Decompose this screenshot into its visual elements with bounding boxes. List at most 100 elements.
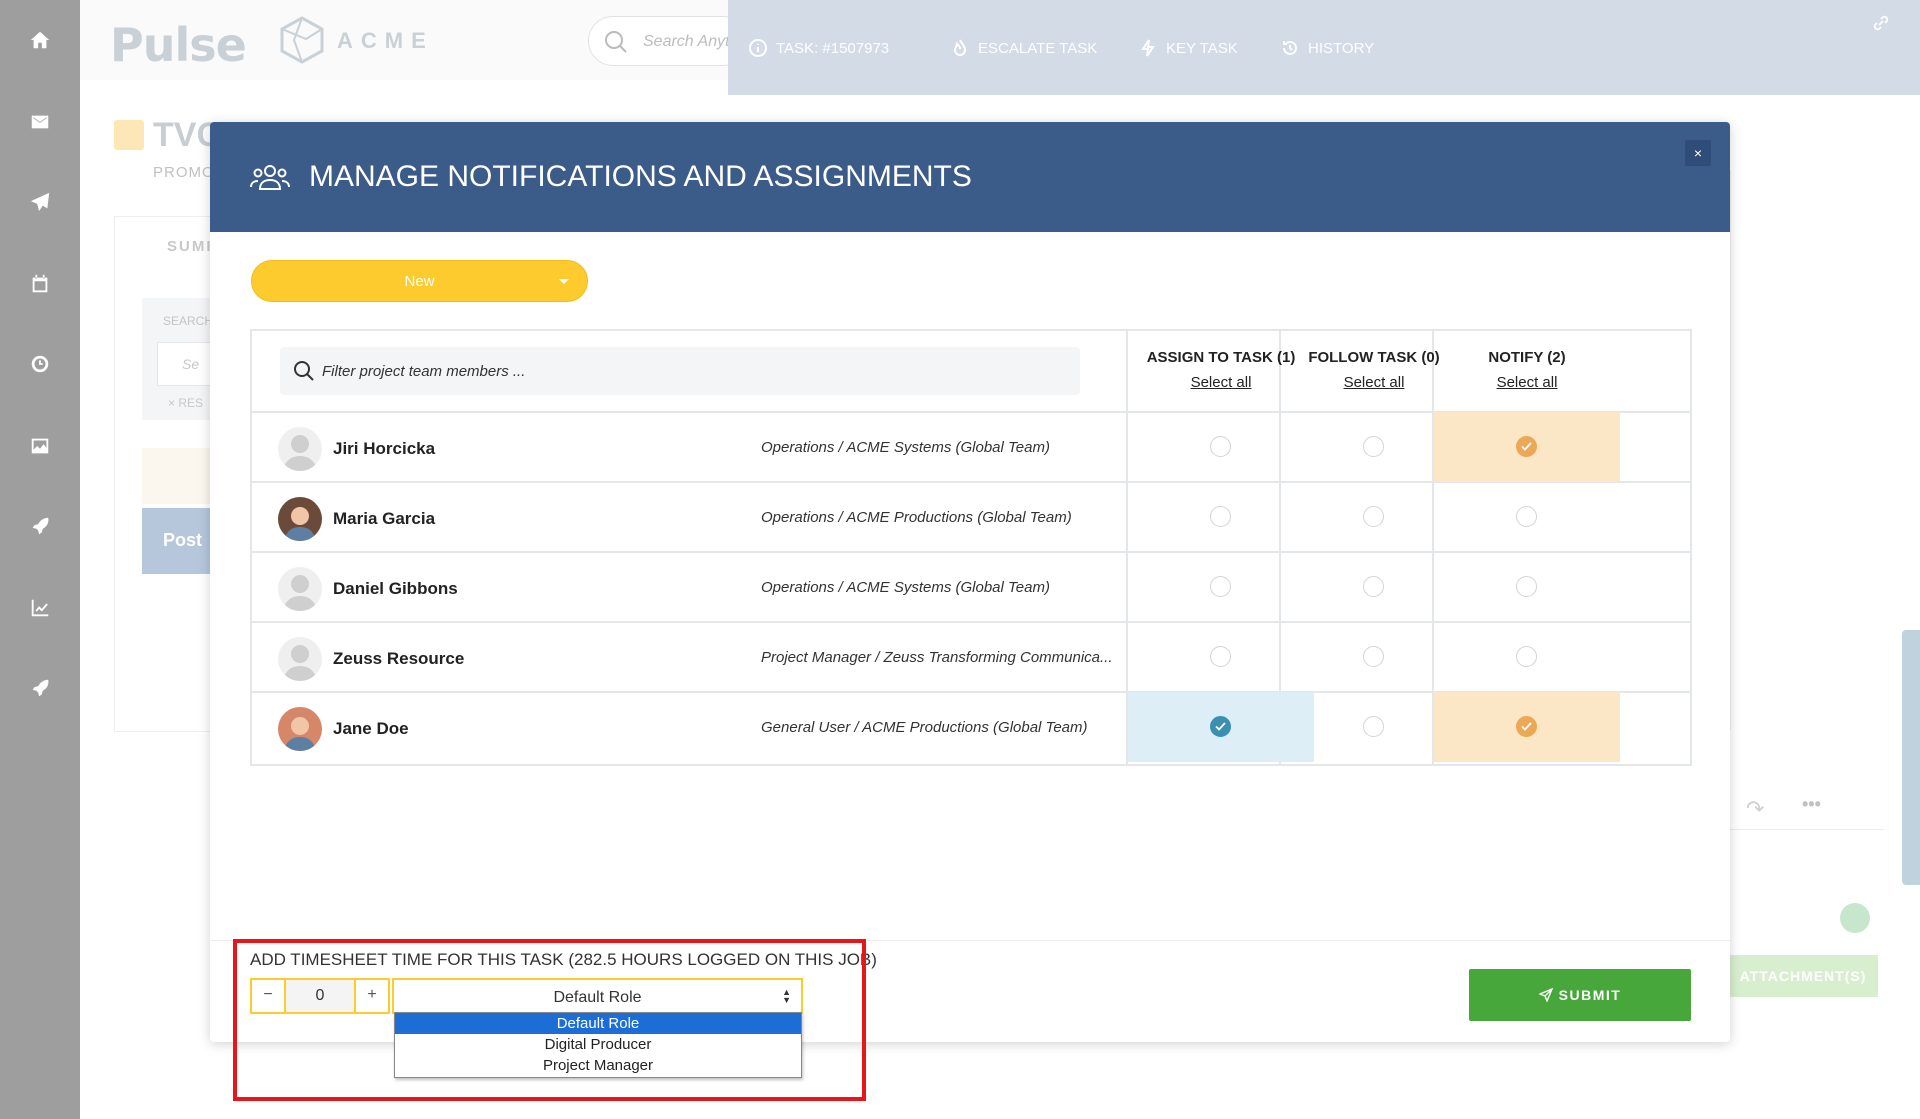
history-icon bbox=[1283, 40, 1297, 55]
escalate-task-button[interactable]: ESCALATE TASK bbox=[950, 38, 1097, 58]
pulse-logo: Pulse bbox=[110, 18, 247, 72]
member-role: Project Manager / Zeuss Transforming Com… bbox=[761, 649, 1113, 666]
task-id: TASK: #1507973 bbox=[748, 38, 889, 58]
assign-radio[interactable] bbox=[1210, 646, 1231, 667]
member-name: Maria Garcia bbox=[333, 509, 436, 528]
notify-cell bbox=[1434, 622, 1620, 692]
notify-column-header: NOTIFY (2) Select all bbox=[1434, 349, 1620, 392]
summary-tab[interactable]: SUMI bbox=[167, 238, 213, 255]
project-subtitle: PROMO bbox=[153, 164, 215, 181]
edit-icon[interactable] bbox=[142, 448, 212, 504]
avatar bbox=[278, 707, 322, 751]
acme-logo-icon bbox=[280, 16, 324, 64]
notify-radio[interactable] bbox=[1516, 436, 1537, 457]
member-role: Operations / ACME Productions (Global Te… bbox=[761, 509, 1072, 526]
assign-radio[interactable] bbox=[1210, 506, 1231, 527]
table-row: Jiri Horcicka Operations / ACME Systems (… bbox=[252, 412, 1690, 483]
table-row: Zeuss Resource Project Manager / Zeuss Tr… bbox=[252, 623, 1690, 693]
filter-members bbox=[280, 347, 1080, 395]
left-nav-rail bbox=[0, 0, 80, 1119]
image-icon[interactable] bbox=[24, 430, 56, 462]
follow-radio[interactable] bbox=[1363, 646, 1384, 667]
notify-cell bbox=[1434, 412, 1620, 482]
status-value: New bbox=[404, 273, 435, 290]
attachments-button[interactable]: ATTACHMENT(S) bbox=[1728, 955, 1878, 997]
avatar bbox=[278, 427, 322, 471]
status-dropdown[interactable]: New bbox=[251, 260, 588, 302]
avatar bbox=[278, 637, 322, 681]
chart-icon[interactable] bbox=[24, 592, 56, 624]
submit-button[interactable]: SUBMIT bbox=[1469, 969, 1691, 1021]
send-icon bbox=[1537, 987, 1553, 1003]
notify-radio[interactable] bbox=[1516, 576, 1537, 597]
grammarly-icon[interactable] bbox=[1840, 903, 1870, 933]
member-role: Operations / ACME Systems (Global Team) bbox=[761, 579, 1050, 596]
search-icon bbox=[605, 31, 627, 53]
team-icon bbox=[250, 165, 290, 190]
avatar bbox=[278, 567, 322, 611]
global-search[interactable]: Search Anything bbox=[588, 16, 760, 66]
acme-logo-text: ACME bbox=[337, 28, 434, 53]
notify-radio[interactable] bbox=[1516, 506, 1537, 527]
search-label: SEARCH bbox=[163, 314, 214, 328]
assign-select-all-link[interactable]: Select all bbox=[1191, 374, 1252, 391]
search-box[interactable]: Se bbox=[157, 342, 212, 386]
notify-radio[interactable] bbox=[1516, 646, 1537, 667]
follow-radio[interactable] bbox=[1363, 716, 1384, 737]
flame-icon bbox=[953, 39, 967, 56]
mail-icon[interactable] bbox=[24, 106, 56, 138]
member-name: Jiri Horcicka bbox=[333, 439, 436, 458]
comment-toolbar: ↷ ••• bbox=[1724, 790, 1884, 830]
member-name: Zeuss Resource bbox=[333, 649, 465, 668]
member-role: Operations / ACME Systems (Global Team) bbox=[761, 439, 1050, 456]
avatar bbox=[278, 497, 322, 541]
notify-column-title: NOTIFY (2) bbox=[1488, 349, 1566, 366]
follow-radio[interactable] bbox=[1363, 506, 1384, 527]
link-icon[interactable] bbox=[1872, 14, 1890, 32]
follow-radio[interactable] bbox=[1363, 576, 1384, 597]
post-button[interactable]: Post bbox=[142, 508, 212, 574]
submit-label: SUBMIT bbox=[1558, 987, 1622, 1003]
rocket-icon[interactable] bbox=[24, 510, 56, 542]
member-role: General User / ACME Productions (Global … bbox=[761, 719, 1088, 736]
team-members-table: ASSIGN TO TASK (1) Select all FOLLOW TAS… bbox=[250, 329, 1692, 766]
calendar-icon[interactable] bbox=[24, 268, 56, 300]
reset-link[interactable]: × RES bbox=[168, 396, 203, 410]
manage-notifications-modal: MANAGE NOTIFICATIONS AND ASSIGNMENTS × N… bbox=[210, 122, 1730, 1078]
history-button[interactable]: HISTORY bbox=[1280, 38, 1374, 58]
task-toolbar: TASK: #1507973 ESCALATE TASK KEY TASK HI… bbox=[728, 0, 1920, 95]
notify-cell bbox=[1434, 482, 1620, 552]
member-name: Daniel Gibbons bbox=[333, 579, 458, 598]
close-button[interactable]: × bbox=[1685, 140, 1711, 166]
notify-cell bbox=[1434, 552, 1620, 622]
assign-radio[interactable] bbox=[1210, 576, 1231, 597]
table-row: Jane Doe General User / ACME Productions … bbox=[252, 692, 1690, 763]
send-icon[interactable] bbox=[24, 186, 56, 218]
info-icon bbox=[749, 39, 767, 57]
highlight-annotation bbox=[233, 939, 866, 1101]
table-row: Maria Garcia Operations / ACME Production… bbox=[252, 483, 1690, 553]
home-icon[interactable] bbox=[24, 24, 56, 56]
right-panel bbox=[1730, 170, 1920, 730]
filter-members-input[interactable] bbox=[322, 355, 1062, 387]
modal-title: MANAGE NOTIFICATIONS AND ASSIGNMENTS bbox=[309, 160, 972, 193]
modal-header: MANAGE NOTIFICATIONS AND ASSIGNMENTS × bbox=[210, 122, 1730, 232]
follow-select-all-link[interactable]: Select all bbox=[1344, 374, 1405, 391]
launch-icon[interactable] bbox=[24, 672, 56, 704]
search-icon bbox=[294, 361, 314, 381]
follow-radio[interactable] bbox=[1363, 436, 1384, 457]
key-task-button[interactable]: KEY TASK bbox=[1138, 38, 1238, 58]
favorite-star-icon[interactable] bbox=[114, 120, 144, 150]
assign-radio[interactable] bbox=[1210, 716, 1231, 737]
notify-cell bbox=[1434, 692, 1620, 762]
notify-select-all-link[interactable]: Select all bbox=[1497, 374, 1558, 391]
assign-radio[interactable] bbox=[1210, 436, 1231, 457]
chevron-down-icon bbox=[559, 279, 569, 284]
more-icon[interactable]: ••• bbox=[1802, 794, 1821, 815]
redo-icon[interactable]: ↷ bbox=[1746, 796, 1764, 822]
notify-radio[interactable] bbox=[1516, 716, 1537, 737]
table-row: Daniel Gibbons Operations / ACME Systems … bbox=[252, 553, 1690, 623]
clock-icon[interactable] bbox=[24, 348, 56, 380]
side-scroll-handle[interactable] bbox=[1902, 630, 1920, 885]
bolt-icon bbox=[1141, 39, 1155, 57]
